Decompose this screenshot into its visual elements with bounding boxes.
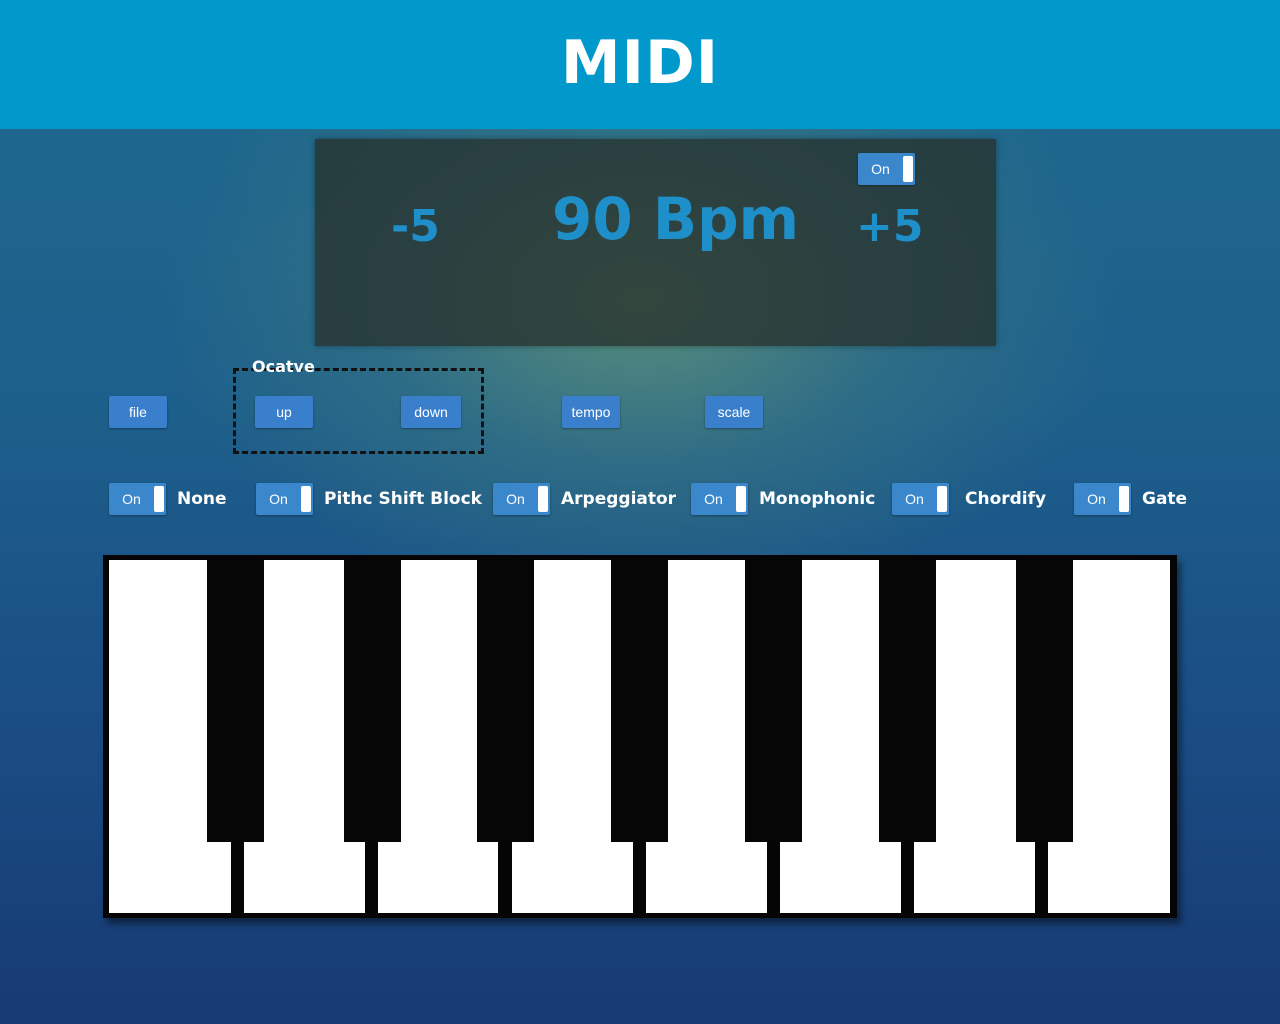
toggle-label: On <box>704 491 723 507</box>
tempo-increment[interactable]: +5 <box>856 201 923 252</box>
mode-gate-label: Gate <box>1142 489 1188 509</box>
tempo-toggle[interactable]: On <box>858 153 915 185</box>
black-key-5[interactable] <box>745 560 802 842</box>
mode-pitch-shift-label: Pithc Shift Block <box>324 489 482 509</box>
toggle-knob <box>538 486 548 512</box>
toggle-knob <box>903 156 913 182</box>
tempo-display: -5 90 Bpm +5 On <box>315 139 996 346</box>
black-key-4[interactable] <box>611 560 668 842</box>
mode-arpeggiator-label: Arpeggiator <box>561 489 677 509</box>
toggle-label: On <box>269 491 288 507</box>
toggle-label: On <box>122 491 141 507</box>
app-header: MIDI <box>0 0 1280 129</box>
toggle-knob <box>937 486 947 512</box>
toggle-label: On <box>871 161 890 177</box>
mode-chordify-label: Chordify <box>965 489 1047 509</box>
file-button[interactable]: file <box>109 396 167 428</box>
octave-group-label: Ocatve <box>252 357 315 376</box>
bpm-value: 90 Bpm <box>552 185 800 253</box>
black-key-6[interactable] <box>879 560 936 842</box>
mode-monophonic-toggle[interactable]: On <box>691 483 748 515</box>
mode-none-label: None <box>177 489 227 509</box>
mode-arpeggiator-toggle[interactable]: On <box>493 483 550 515</box>
black-key-2[interactable] <box>344 560 401 842</box>
toggle-knob <box>736 486 746 512</box>
toggle-knob <box>301 486 311 512</box>
toggle-knob <box>154 486 164 512</box>
octave-down-button[interactable]: down <box>401 396 461 428</box>
mode-none-toggle[interactable]: On <box>109 483 166 515</box>
scale-button[interactable]: scale <box>705 396 763 428</box>
tempo-button[interactable]: tempo <box>562 396 620 428</box>
toggle-knob <box>1119 486 1129 512</box>
toggle-label: On <box>506 491 525 507</box>
toggle-label: On <box>905 491 924 507</box>
toggle-label: On <box>1087 491 1106 507</box>
mode-pitch-shift-toggle[interactable]: On <box>256 483 313 515</box>
black-key-1[interactable] <box>207 560 264 842</box>
mode-gate-toggle[interactable]: On <box>1074 483 1131 515</box>
black-key-7[interactable] <box>1016 560 1073 842</box>
tempo-decrement[interactable]: -5 <box>391 201 440 252</box>
app-title: MIDI <box>560 27 720 98</box>
black-key-3[interactable] <box>477 560 534 842</box>
piano-keyboard <box>103 555 1177 918</box>
mode-chordify-toggle[interactable]: On <box>892 483 949 515</box>
octave-up-button[interactable]: up <box>255 396 313 428</box>
mode-monophonic-label: Monophonic <box>759 489 876 509</box>
